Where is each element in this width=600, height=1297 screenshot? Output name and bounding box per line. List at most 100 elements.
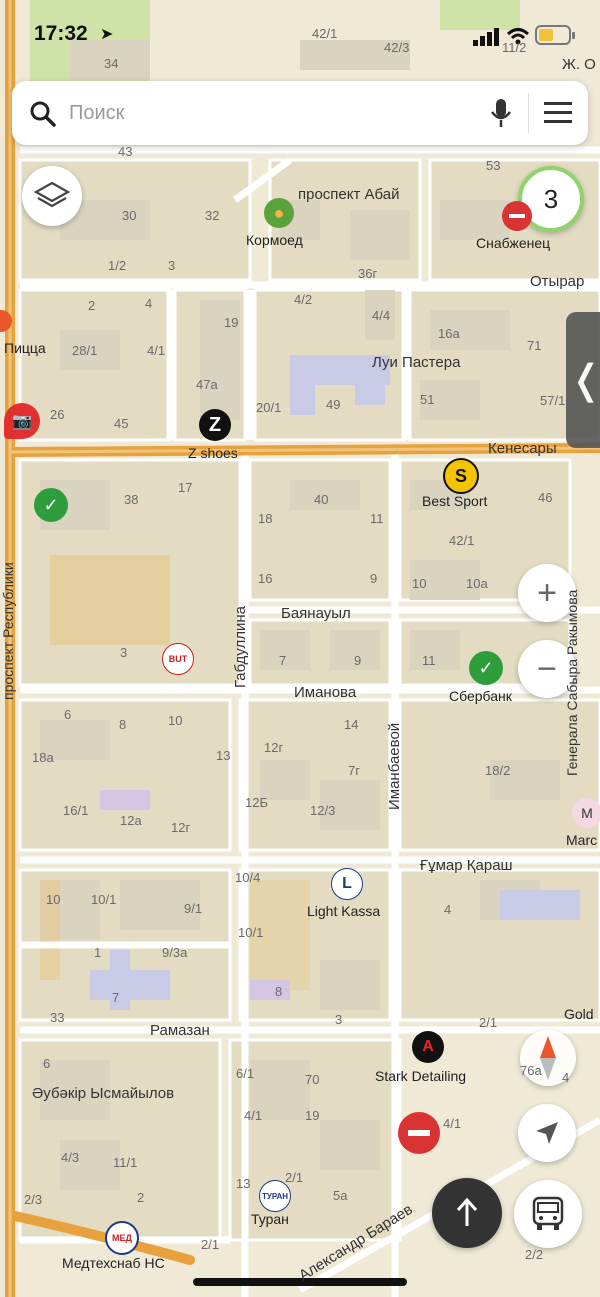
house-number: 12г xyxy=(264,740,284,755)
house-number: 13 xyxy=(216,748,231,763)
chevron-left-icon: ❬ xyxy=(569,358,600,402)
transport-button[interactable] xyxy=(514,1180,582,1248)
house-number: 4/1 xyxy=(147,343,166,358)
layers-button[interactable] xyxy=(22,166,82,226)
house-number: 51 xyxy=(420,392,435,407)
street-label: Ғұмар Қараш xyxy=(420,857,513,874)
poi-label[interactable]: Сбербанк xyxy=(449,688,512,704)
house-number: 12а xyxy=(120,813,142,828)
house-number: 12/3 xyxy=(310,803,336,818)
signal-icon xyxy=(473,28,499,46)
house-number: 10/1 xyxy=(238,925,264,940)
poi-label[interactable]: Медтехснаб НС xyxy=(62,1255,165,1271)
house-number: 33 xyxy=(50,1010,65,1025)
butchers-logo-icon[interactable]: BUT xyxy=(162,643,194,675)
house-number: 36г xyxy=(358,266,378,281)
house-number: 6 xyxy=(64,707,72,722)
house-number: 14 xyxy=(344,717,359,732)
house-number: 2/1 xyxy=(285,1170,304,1185)
house-number: 9/3а xyxy=(162,945,188,960)
house-number: 10/1 xyxy=(91,892,117,907)
house-number: 18а xyxy=(32,750,54,765)
road-closed-marker-icon[interactable] xyxy=(398,1112,440,1154)
side-panel-tab[interactable]: ❬ xyxy=(566,312,600,448)
street-label: Ж. О xyxy=(562,56,596,73)
route-button[interactable] xyxy=(432,1178,502,1248)
house-number: 17 xyxy=(178,480,193,495)
poi-label[interactable]: Пицца xyxy=(4,340,46,356)
street-label: Луи Пастера xyxy=(372,354,461,371)
house-number: 19 xyxy=(224,315,239,330)
marc-logo-icon[interactable]: M xyxy=(572,798,600,828)
bus-icon xyxy=(532,1196,564,1230)
zshoes-logo-icon[interactable]: Z xyxy=(199,409,231,441)
poi-label[interactable]: Light Kassa xyxy=(307,903,380,919)
house-number: 18/2 xyxy=(485,763,511,778)
house-number: 38 xyxy=(124,492,139,507)
house-number: 5а xyxy=(333,1188,348,1203)
house-number: 4/4 xyxy=(372,308,391,323)
house-number: 4 xyxy=(562,1070,570,1085)
poi-label[interactable]: Gold xyxy=(564,1006,594,1022)
navigation-arrow-icon xyxy=(536,1122,558,1144)
house-number: 2/2 xyxy=(525,1247,544,1262)
house-number: 9 xyxy=(370,571,378,586)
house-number: 10/4 xyxy=(235,870,261,885)
house-number: 11/1 xyxy=(113,1155,138,1170)
poi-label[interactable]: Кормоед xyxy=(246,232,303,248)
search-bar[interactable]: Поиск xyxy=(12,81,588,145)
search-input[interactable]: Поиск xyxy=(69,102,124,125)
street-label: Кенесары xyxy=(488,440,557,457)
snabzhenets-marker-icon[interactable] xyxy=(502,201,532,231)
lightkassa-logo-icon[interactable]: L xyxy=(331,868,363,900)
house-number: 18 xyxy=(258,511,273,526)
poi-label[interactable]: Туран xyxy=(251,1211,289,1227)
sberbank-logo-icon[interactable]: ✓ xyxy=(34,488,68,522)
house-number: 53 xyxy=(486,158,501,173)
house-number: 13 xyxy=(236,1176,251,1191)
house-number: 7 xyxy=(279,653,287,668)
kormoed-logo-icon[interactable]: ● xyxy=(264,198,294,228)
microphone-icon[interactable] xyxy=(490,98,512,128)
house-number: 8 xyxy=(275,984,283,999)
house-number: 42/3 xyxy=(384,40,410,55)
house-number: 2/3 xyxy=(24,1192,43,1207)
plus-icon: + xyxy=(537,573,557,612)
menu-icon[interactable] xyxy=(544,102,572,124)
bestsport-logo-icon[interactable]: S xyxy=(443,458,479,494)
street-label: Рамазан xyxy=(150,1022,210,1039)
house-number: 57/1 xyxy=(540,393,566,408)
street-label: Әубәкір Ысмайылов xyxy=(32,1085,175,1102)
street-label: проспект Республики xyxy=(0,562,16,700)
house-number: 42/1 xyxy=(312,26,338,41)
poi-label[interactable]: Marc xyxy=(566,832,597,848)
house-number: 11 xyxy=(422,653,436,668)
poi-label[interactable]: Снабженец xyxy=(476,235,550,251)
house-number: 40 xyxy=(314,492,329,507)
my-location-button[interactable] xyxy=(518,1104,576,1162)
house-number: 70 xyxy=(305,1072,320,1087)
house-number: 16 xyxy=(258,571,273,586)
house-number: 4/2 xyxy=(294,292,313,307)
house-number: 10 xyxy=(46,892,61,907)
house-number: 34 xyxy=(104,56,119,71)
house-number: 3 xyxy=(168,258,176,273)
house-number: 46 xyxy=(538,490,553,505)
house-number: 71 xyxy=(527,338,542,353)
poi-label[interactable]: Z shoes xyxy=(188,445,238,461)
house-number: 20/1 xyxy=(256,400,282,415)
medtehsnab-logo-icon[interactable]: МЕД xyxy=(105,1221,139,1255)
camera-marker-icon[interactable]: 📷 xyxy=(4,403,40,439)
layers-icon xyxy=(34,181,70,208)
stark-logo-icon[interactable]: A xyxy=(412,1031,444,1063)
house-number: 9 xyxy=(354,653,362,668)
poi-label[interactable]: Stark Detailing xyxy=(375,1068,466,1084)
status-time: 17:32 xyxy=(34,22,88,45)
house-number: 4/1 xyxy=(244,1108,263,1123)
sberbank-logo-icon-2[interactable]: ✓ xyxy=(469,651,503,685)
house-number: 10а xyxy=(466,576,488,591)
street-label: Иманова xyxy=(294,684,357,701)
poi-label[interactable]: Best Sport xyxy=(422,493,487,509)
street-label: Баянауыл xyxy=(281,605,351,622)
house-number: 11/2 xyxy=(502,40,527,55)
